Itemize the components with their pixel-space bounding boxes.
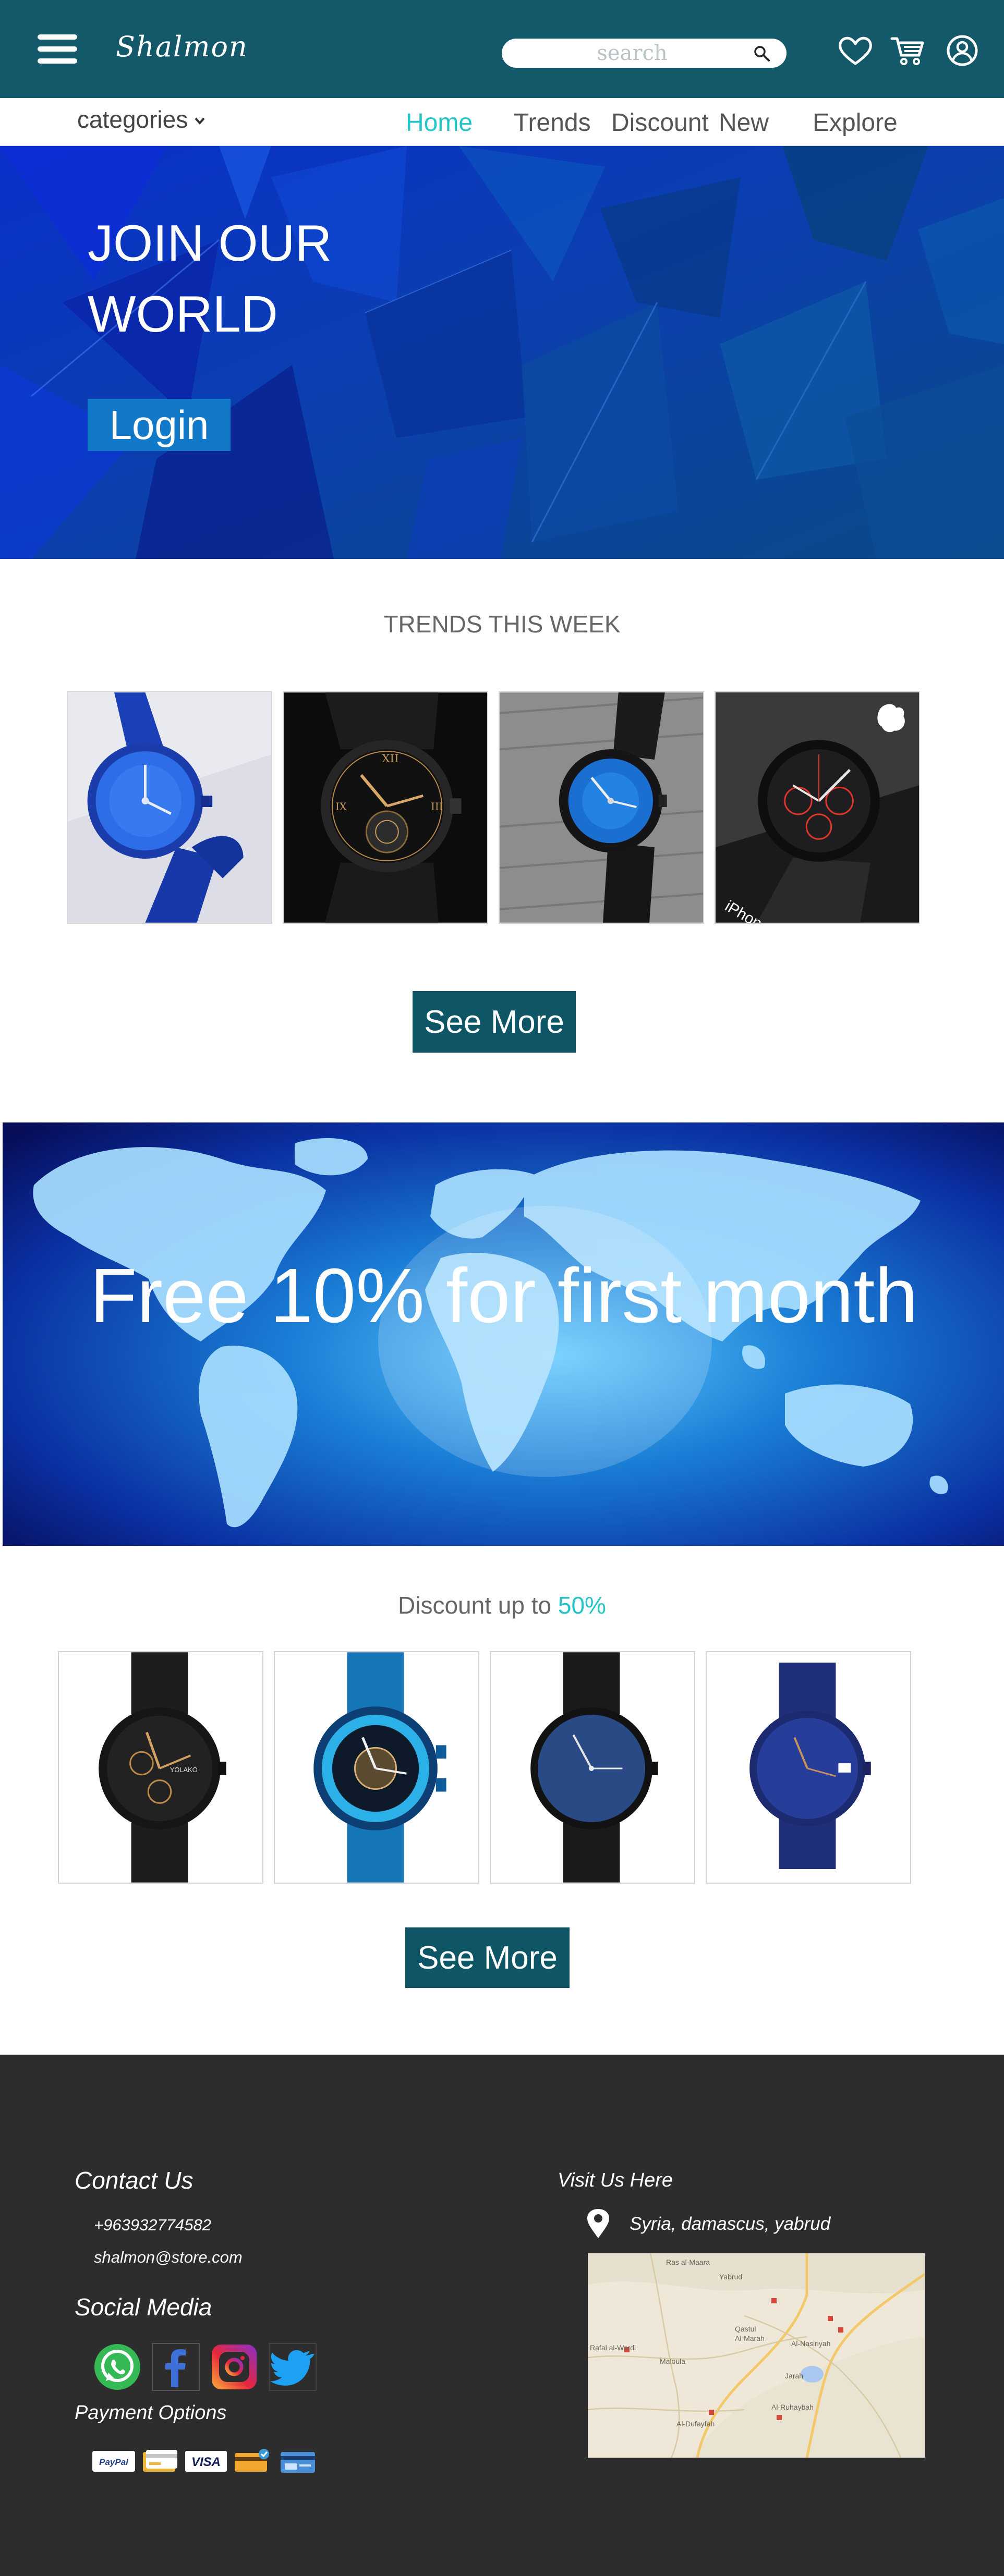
navy-minimal-watch-image bbox=[707, 1652, 910, 1883]
map-label-3: Qastul bbox=[735, 2325, 756, 2333]
promo-text: Free 10% for first month bbox=[90, 1253, 918, 1339]
map-label-9: Al-Dufayfah bbox=[676, 2420, 715, 2428]
discount-see-more-button[interactable]: See More bbox=[405, 1927, 570, 1988]
product-card-trend-4[interactable]: iPhone bbox=[715, 691, 920, 924]
nav-explore[interactable]: Explore bbox=[813, 108, 898, 137]
blue-mesh-watch-image bbox=[68, 692, 271, 923]
map-label-8: Al-Ruhaybah bbox=[771, 2403, 814, 2411]
menu-icon[interactable] bbox=[38, 32, 79, 65]
nav-links: Home Trends Discount New Explore bbox=[406, 108, 898, 137]
product-card-discount-3[interactable] bbox=[490, 1651, 695, 1884]
chevron-down-icon bbox=[195, 117, 205, 125]
facebook-icon[interactable] bbox=[151, 2342, 200, 2391]
cart-icon[interactable] bbox=[890, 34, 926, 67]
trends-see-more-button[interactable]: See More bbox=[413, 991, 576, 1053]
bank-card-icon[interactable] bbox=[280, 2448, 319, 2475]
black-minimal-watch-image bbox=[491, 1652, 694, 1883]
location-pin-icon bbox=[587, 2209, 609, 2238]
nav-discount[interactable]: Discount bbox=[611, 108, 709, 137]
top-bar: Shalmon bbox=[0, 0, 1004, 98]
svg-text:IX: IX bbox=[335, 801, 347, 813]
svg-text:III: III bbox=[431, 801, 443, 813]
discount-title: Discount up to 50% bbox=[0, 1591, 1004, 1619]
promo-banner: Free 10% for first month bbox=[3, 1122, 1004, 1546]
map-label-1: Ras al-Maara bbox=[666, 2258, 710, 2266]
payment-title: Payment Options bbox=[75, 2402, 227, 2424]
login-button[interactable]: Login bbox=[88, 399, 231, 451]
nav-trends[interactable]: Trends bbox=[514, 108, 611, 137]
map-label-7: Jarah bbox=[785, 2372, 803, 2380]
twitter-icon[interactable] bbox=[268, 2342, 317, 2391]
hero-title-line1: JOIN OUR bbox=[88, 214, 332, 272]
product-card-trend-2[interactable]: XII III IX bbox=[283, 691, 488, 924]
black-skeleton-watch-image: XII III IX bbox=[284, 692, 487, 923]
search-bar bbox=[502, 39, 787, 68]
contact-email[interactable]: shalmon@store.com bbox=[94, 2248, 243, 2267]
contact-phone[interactable]: +963932774582 bbox=[94, 2216, 211, 2235]
black-blue-dial-watch-image bbox=[500, 692, 703, 923]
map-label-2: Yabrud bbox=[719, 2273, 742, 2281]
black-chrono-watch-image: YOLAKO bbox=[59, 1652, 262, 1883]
paypal-label: PayPal bbox=[99, 2457, 129, 2467]
map-label-5: Al-Nasiriyah bbox=[791, 2339, 830, 2348]
hero-title: JOIN OUR WORLD bbox=[88, 207, 505, 349]
social-title: Social Media bbox=[75, 2293, 212, 2321]
paypal-icon[interactable]: PayPal bbox=[92, 2448, 136, 2475]
blue-skeleton-watch-image bbox=[275, 1652, 478, 1883]
categories-dropdown[interactable]: categories bbox=[77, 105, 207, 133]
visa-icon[interactable]: VISA bbox=[185, 2448, 227, 2475]
hero-title-line2: WORLD bbox=[88, 285, 278, 343]
address: Syria, damascus, yabrud bbox=[630, 2214, 831, 2234]
dial-brand-text: YOLAKO bbox=[170, 1766, 198, 1774]
product-card-trend-1[interactable] bbox=[67, 691, 272, 924]
brand-logo[interactable]: Shalmon bbox=[116, 30, 248, 63]
black-red-chrono-watch-image: iPhone bbox=[716, 692, 919, 923]
search-input[interactable] bbox=[517, 41, 747, 66]
product-card-discount-1[interactable]: YOLAKO bbox=[58, 1651, 263, 1884]
visit-title: Visit Us Here bbox=[558, 2169, 673, 2191]
product-card-trend-3[interactable] bbox=[499, 691, 704, 924]
heart-icon[interactable] bbox=[837, 34, 874, 67]
svg-text:XII: XII bbox=[382, 752, 399, 765]
search-icon[interactable] bbox=[753, 45, 771, 63]
nav-bar: categories Home Trends Discount New Expl… bbox=[0, 98, 1004, 146]
location-map[interactable]: Ras al-Maara Yabrud Qastul Al-Marah Al-N… bbox=[588, 2253, 925, 2458]
discount-title-prefix: Discount up to bbox=[398, 1592, 552, 1619]
hero-banner: JOIN OUR WORLD Login bbox=[0, 146, 1004, 559]
card-icon[interactable] bbox=[141, 2448, 179, 2475]
page: Shalmon categories bbox=[0, 0, 1004, 2576]
user-icon[interactable] bbox=[944, 34, 981, 67]
discount-title-value: 50% bbox=[558, 1592, 606, 1619]
map-label-4: Al-Marah bbox=[735, 2334, 765, 2342]
nav-home[interactable]: Home bbox=[406, 108, 514, 137]
instagram-icon[interactable] bbox=[210, 2342, 259, 2391]
mastercard-icon[interactable] bbox=[234, 2448, 272, 2475]
categories-label: categories bbox=[77, 106, 188, 133]
whatsapp-icon[interactable] bbox=[93, 2342, 142, 2391]
visa-label: VISA bbox=[191, 2455, 221, 2469]
map-label-10: Rafal al-Wardi bbox=[590, 2343, 636, 2352]
trends-title: TRENDS THIS WEEK bbox=[383, 611, 621, 638]
product-card-discount-2[interactable] bbox=[274, 1651, 479, 1884]
product-card-discount-4[interactable] bbox=[706, 1651, 911, 1884]
contact-title: Contact Us bbox=[75, 2167, 193, 2194]
map-label-6: Maloula bbox=[660, 2357, 685, 2365]
nav-new[interactable]: New bbox=[719, 108, 813, 137]
